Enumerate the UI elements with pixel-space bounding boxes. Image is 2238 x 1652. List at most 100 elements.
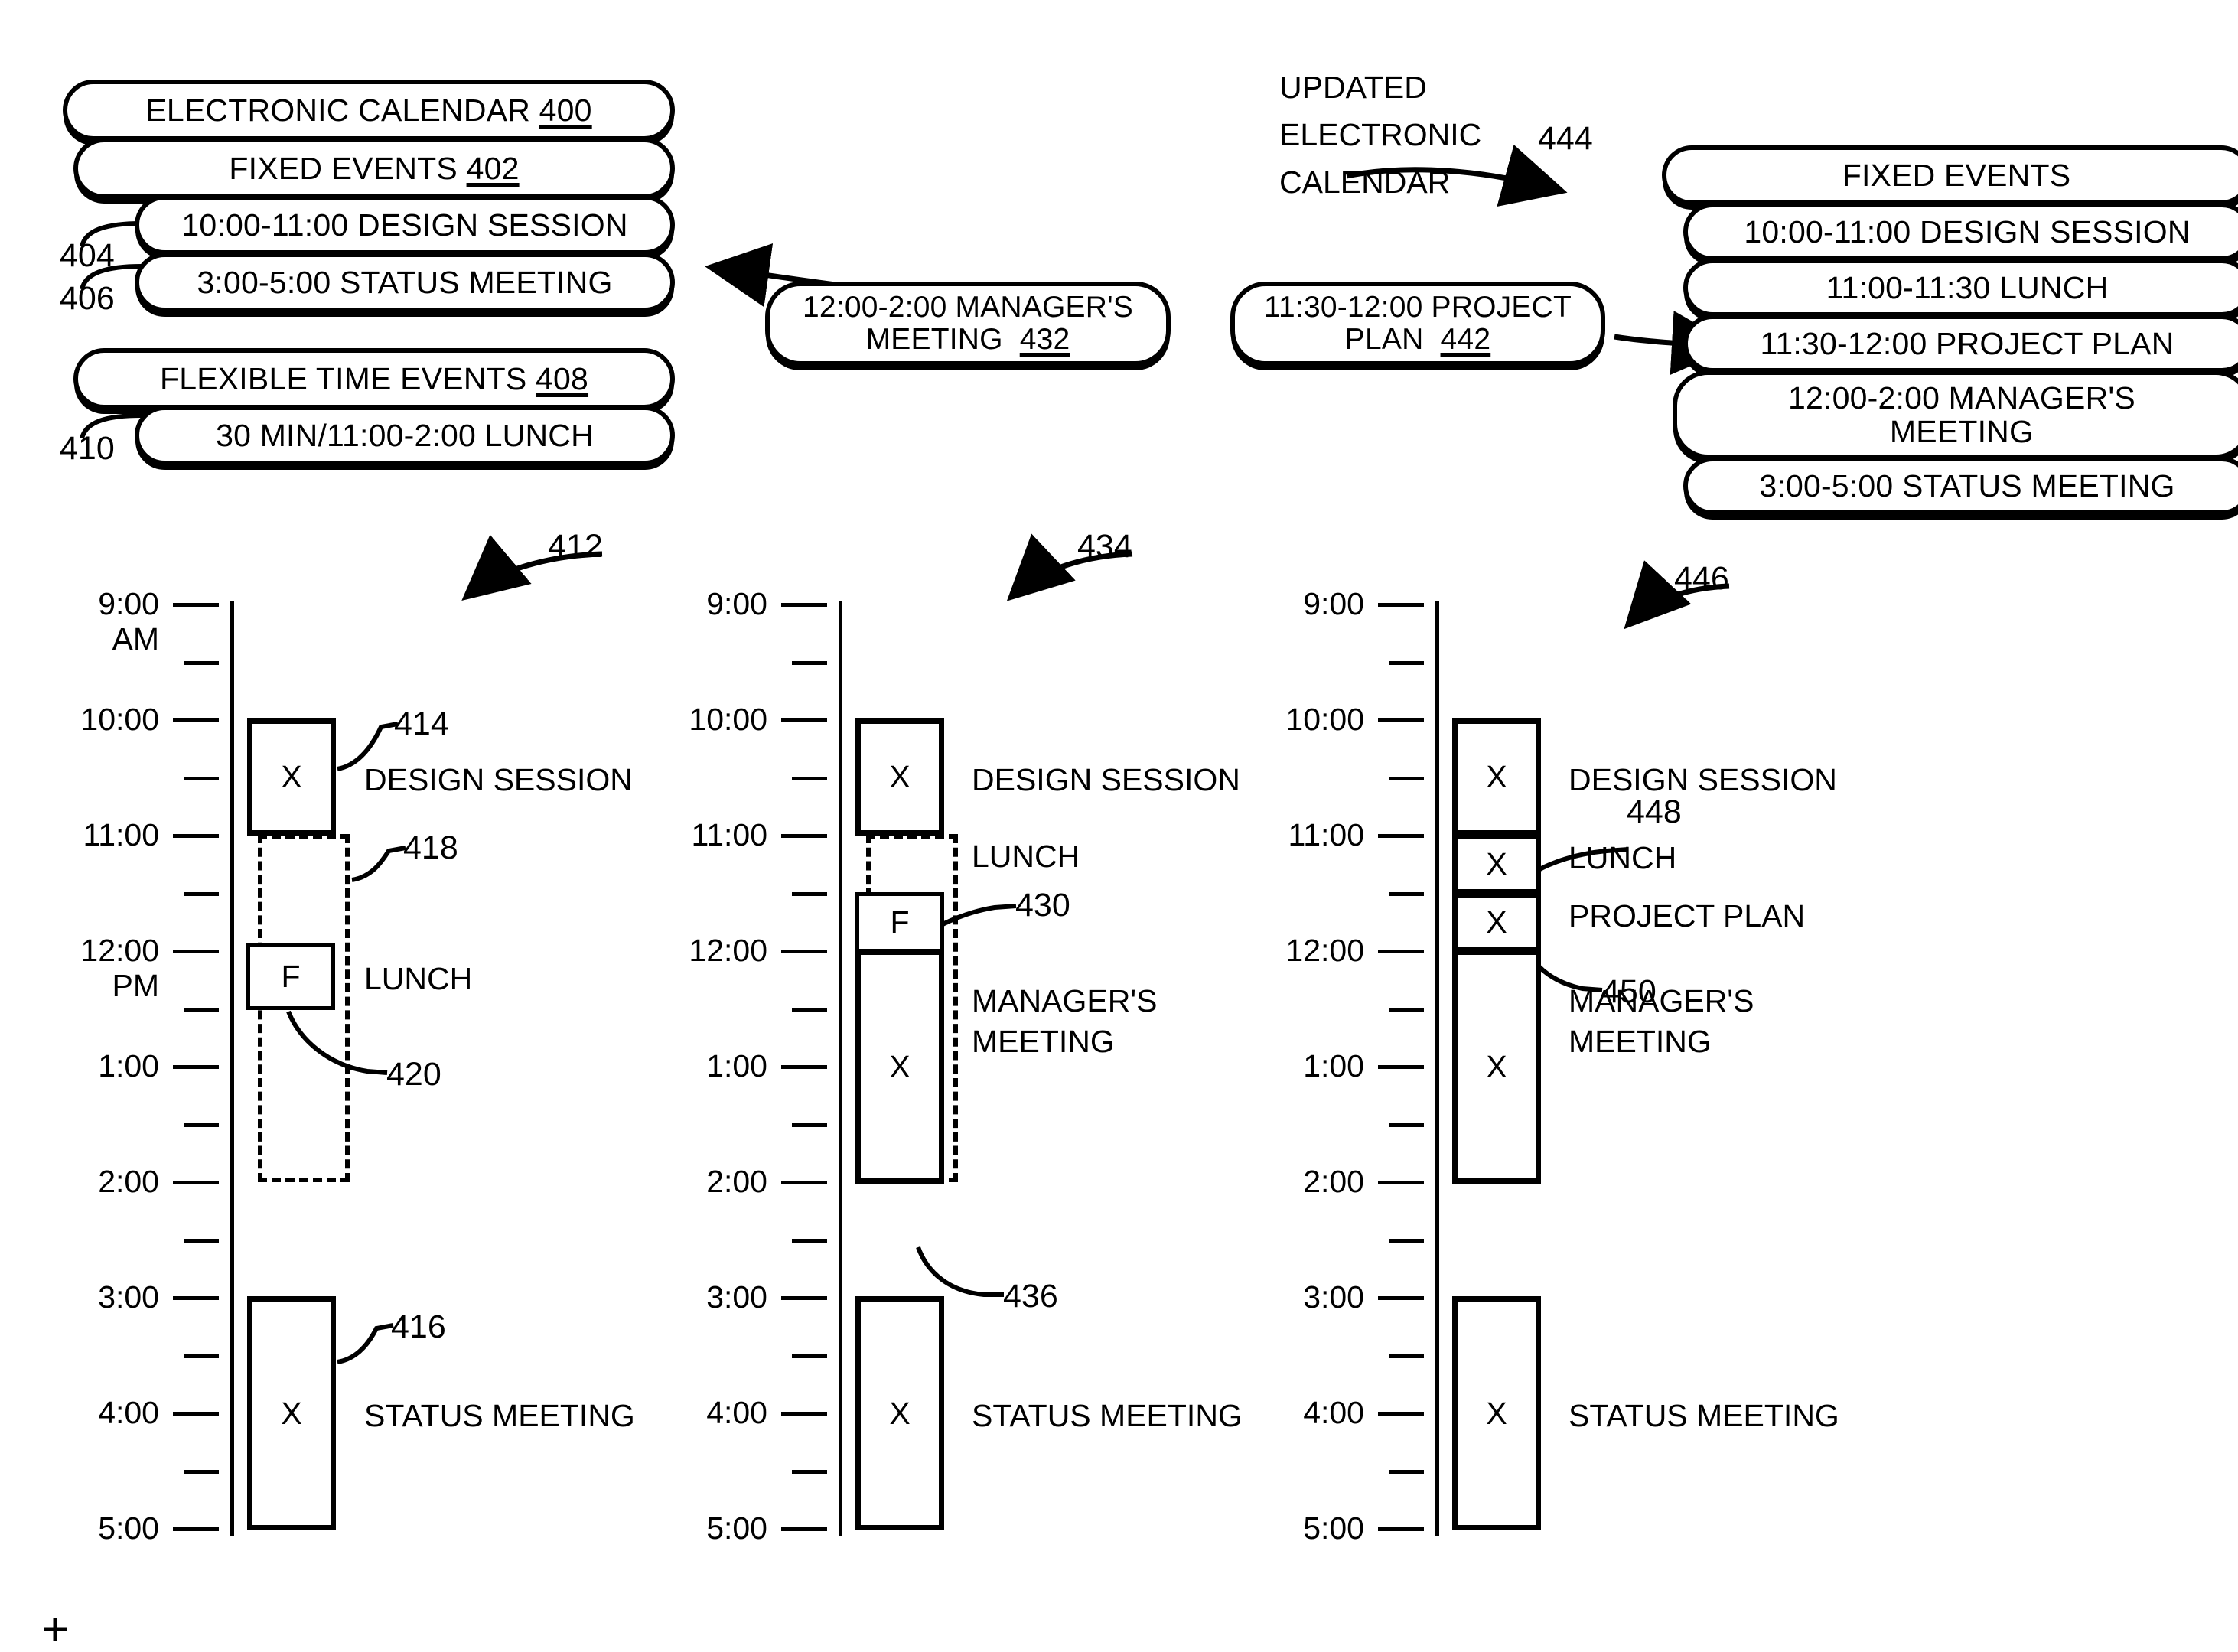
callout-project-plan-line2: PLAN: [1344, 323, 1424, 356]
updated-calendar-title-line3: CALENDAR: [1279, 165, 1451, 200]
tl3-label-4: 4:00: [1303, 1395, 1364, 1430]
left-flexible-events-header: FLEXIBLE TIME EVENTS 408: [73, 348, 675, 409]
tl2-label-3: 3:00: [706, 1279, 767, 1315]
right-item-managers-meeting-text: 12:00-2:00 MANAGER'S MEETING: [1788, 380, 2135, 449]
left-flexible-events-ref: 408: [536, 360, 589, 396]
ref-444: 444: [1538, 120, 1593, 157]
ref-430: 430: [1015, 887, 1070, 924]
ref-406: 406: [60, 280, 115, 317]
tl2-design-label: DESIGN SESSION: [972, 762, 1240, 797]
ref-410: 410: [60, 430, 115, 467]
tl3-event-lunch: X: [1452, 834, 1541, 894]
callout-project-plan: 11:30-12:00 PROJECT PLAN 442: [1230, 282, 1605, 366]
tl1-status-label: STATUS MEETING: [364, 1398, 635, 1433]
tl3-mgr-label-line2: MEETING: [1569, 1024, 1712, 1059]
tl3-label-10: 10:00: [1285, 702, 1364, 737]
left-fixed-item-status-meeting-text: 3:00-5:00 STATUS MEETING: [197, 264, 613, 300]
tl1-lunch-label: LUNCH: [364, 961, 473, 996]
tl2-label-1: 1:00: [706, 1048, 767, 1083]
right-calendar-header-label: FIXED EVENTS: [1842, 157, 2071, 193]
tl1-design-marker: X: [281, 759, 302, 794]
ref-420: 420: [386, 1056, 441, 1093]
tl2-status-marker: X: [889, 1395, 911, 1431]
tl1-label-5: 5:00: [98, 1510, 159, 1546]
tl2-label-4: 4:00: [706, 1395, 767, 1430]
callout-project-plan-line1: 11:30-12:00 PROJECT: [1264, 290, 1572, 324]
tl2-label-11: 11:00: [691, 817, 767, 852]
ref-448: 448: [1627, 793, 1682, 830]
tl3-design-marker: X: [1486, 759, 1507, 794]
timeline-446-axis: [1435, 601, 1439, 1536]
left-fixed-events-label: FIXED EVENTS: [229, 150, 458, 186]
tl1-status-marker: X: [281, 1395, 302, 1431]
ref-414: 414: [394, 705, 449, 742]
right-item-lunch: 11:00-11:30 LUNCH: [1683, 259, 2238, 317]
ref-436: 436: [1003, 1278, 1058, 1315]
tl3-event-status-meeting: X: [1452, 1296, 1541, 1530]
tl3-status-marker: X: [1486, 1395, 1507, 1431]
right-item-status-meeting-text: 3:00-5:00 STATUS MEETING: [1759, 468, 2175, 503]
tl3-lunch-label: LUNCH: [1569, 840, 1677, 875]
tl1-design-label: DESIGN SESSION: [364, 762, 633, 797]
right-item-project-plan-text: 11:30-12:00 PROJECT PLAN: [1760, 325, 2174, 361]
timeline-412-axis: [230, 601, 234, 1536]
tl2-label-10: 10:00: [689, 702, 767, 737]
tl3-label-12: 12:00: [1285, 933, 1364, 968]
tl2-label-12: 12:00: [689, 933, 767, 968]
right-item-lunch-text: 11:00-11:30 LUNCH: [1826, 269, 2109, 305]
left-calendar-header-label: ELECTRONIC CALENDAR: [145, 92, 531, 128]
ref-418: 418: [403, 829, 458, 866]
left-fixed-events-header: FIXED EVENTS 402: [73, 138, 675, 199]
right-item-managers-meeting: 12:00-2:00 MANAGER'S MEETING: [1673, 370, 2238, 459]
tl1-lunch-marker: F: [281, 958, 301, 994]
figure-canvas: ELECTRONIC CALENDAR 400 FIXED EVENTS 402…: [0, 0, 2238, 1652]
tl2-event-design-session: X: [855, 718, 944, 836]
tl2-event-status-meeting: X: [855, 1296, 944, 1530]
tl1-label-4: 4:00: [98, 1395, 159, 1430]
ref-432: 432: [1019, 323, 1070, 356]
tl3-event-project-plan: X: [1452, 892, 1541, 953]
tl3-status-label: STATUS MEETING: [1569, 1398, 1839, 1433]
ref-404: 404: [60, 237, 115, 274]
right-calendar-header: FIXED EVENTS: [1662, 145, 2238, 205]
left-flexible-item-lunch-text: 30 MIN/11:00-2:00 LUNCH: [216, 417, 594, 453]
updated-calendar-title-line2: ELECTRONIC: [1279, 117, 1482, 152]
left-fixed-item-status-meeting: 3:00-5:00 STATUS MEETING: [135, 253, 675, 312]
tl2-mgr-label-line2: MEETING: [972, 1024, 1115, 1059]
tl1-label-11: 11:00: [83, 817, 159, 852]
tl1-event-status-meeting: X: [247, 1296, 336, 1530]
callout-managers-meeting: 12:00-2:00 MANAGER'S MEETING 432: [765, 282, 1171, 366]
tl2-lunch-marker: F: [890, 904, 910, 940]
registration-mark: [44, 1618, 67, 1641]
tl3-label-3: 3:00: [1303, 1279, 1364, 1315]
tl1-label-am: AM: [112, 621, 160, 657]
tl2-event-managers-meeting: X: [855, 950, 944, 1184]
left-fixed-events-ref: 402: [466, 150, 520, 186]
tl1-label-10: 10:00: [80, 702, 159, 737]
right-item-design-session: 10:00-11:00 DESIGN SESSION: [1683, 203, 2238, 261]
left-flexible-events-label: FLEXIBLE TIME EVENTS: [159, 360, 527, 396]
ref-434: 434: [1077, 528, 1132, 565]
tl1-label-12: 12:00: [80, 933, 159, 968]
tl1-label-2: 2:00: [98, 1164, 159, 1199]
tl2-event-lunch: F: [855, 892, 944, 953]
tl2-lunch-label: LUNCH: [972, 839, 1080, 874]
tl2-mgr-marker: X: [889, 1048, 911, 1084]
tl3-lunch-marker: X: [1486, 846, 1507, 881]
tl1-event-lunch: F: [246, 943, 335, 1010]
tl2-label-2: 2:00: [706, 1164, 767, 1199]
tl3-plan-marker: X: [1486, 904, 1507, 940]
tl3-mgr-marker: X: [1486, 1048, 1507, 1084]
tl3-mgr-label-line1: MANAGER'S: [1569, 983, 1754, 1018]
timeline-434-axis: [839, 601, 842, 1536]
tl3-label-1: 1:00: [1303, 1048, 1364, 1083]
right-item-project-plan: 11:30-12:00 PROJECT PLAN: [1683, 314, 2238, 373]
tl3-label-5: 5:00: [1303, 1510, 1364, 1546]
ref-442: 442: [1440, 323, 1491, 356]
tl3-plan-label: PROJECT PLAN: [1569, 898, 1806, 934]
ref-446: 446: [1674, 560, 1729, 597]
tl2-design-marker: X: [889, 759, 911, 794]
tl1-label-9: 9:00: [98, 586, 159, 621]
tl3-label-9: 9:00: [1303, 586, 1364, 621]
ref-412: 412: [548, 528, 603, 565]
